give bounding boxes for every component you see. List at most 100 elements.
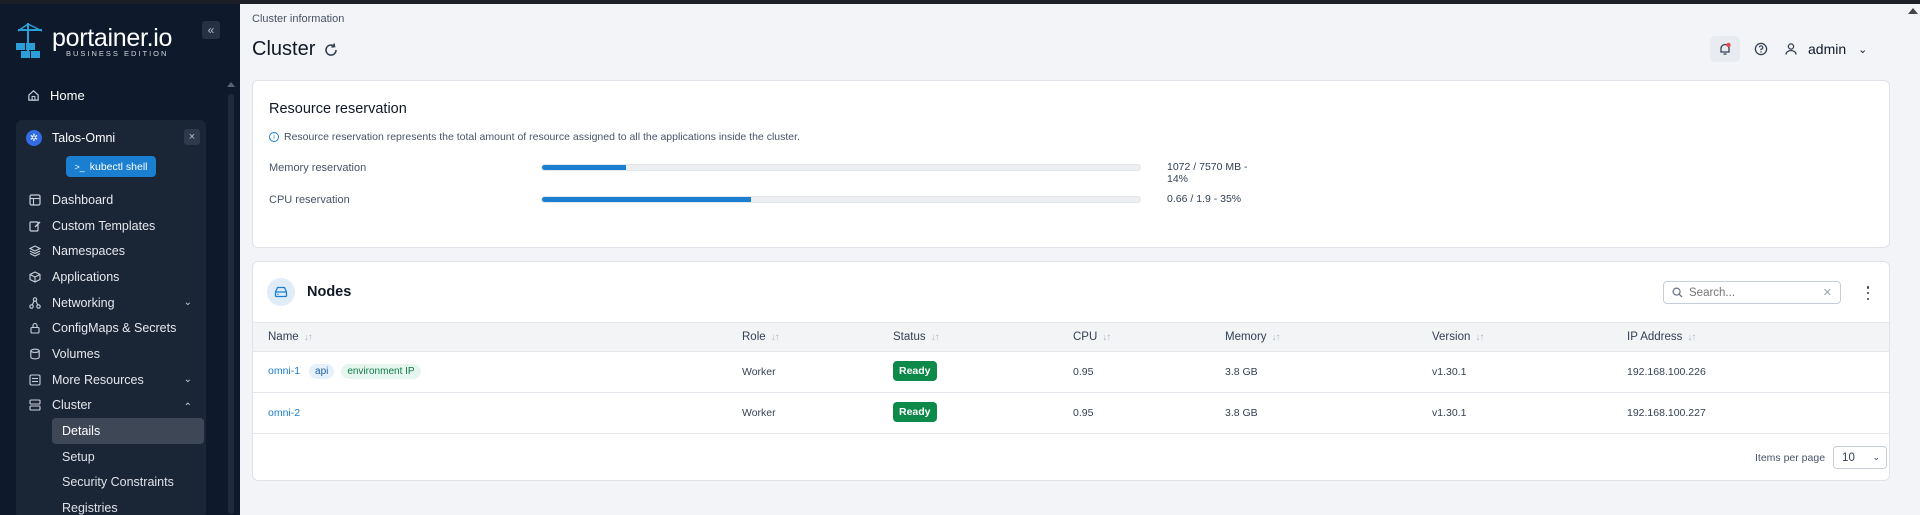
sidebar-item-label: Networking bbox=[52, 295, 115, 310]
sidebar-item-label: Applications bbox=[52, 269, 120, 284]
column-header-role[interactable]: Role ↓↑ bbox=[742, 331, 780, 343]
node-role: Worker bbox=[742, 407, 776, 419]
cpu-reservation-row: CPU reservation 0.66 / 1.9 - 35% bbox=[269, 192, 1269, 208]
column-header-memory[interactable]: Memory ↓↑ bbox=[1225, 331, 1281, 343]
terminal-icon: >_ bbox=[74, 161, 85, 172]
column-header-status[interactable]: Status ↓↑ bbox=[893, 331, 940, 343]
sidebar-item-more-resources[interactable]: More Resources ⌄ bbox=[16, 367, 206, 393]
info-icon: i bbox=[269, 132, 279, 142]
node-name-cell: omni-2 bbox=[268, 407, 300, 419]
resource-reservation-title: Resource reservation bbox=[269, 101, 407, 117]
window-top-bar bbox=[0, 0, 1920, 4]
nodes-title: Nodes bbox=[307, 284, 352, 300]
scroll-up-arrow-icon[interactable] bbox=[1908, 8, 1918, 14]
user-menu[interactable]: admin ⌄ bbox=[1784, 41, 1867, 57]
sort-icon: ↓↑ bbox=[1475, 331, 1484, 343]
collapse-sidebar-button[interactable]: « bbox=[202, 21, 220, 39]
kubectl-shell-label: kubectl shell bbox=[89, 160, 148, 173]
sidebar-item-label: Volumes bbox=[52, 346, 100, 361]
search-icon bbox=[1672, 287, 1683, 298]
node-cpu: 0.95 bbox=[1073, 407, 1094, 419]
column-header-version[interactable]: Version ↓↑ bbox=[1432, 331, 1484, 343]
sidebar-item-namespaces[interactable]: Namespaces bbox=[16, 238, 206, 264]
clear-search-icon[interactable]: ✕ bbox=[1823, 286, 1832, 299]
layers-icon bbox=[28, 244, 42, 258]
search-box[interactable]: ✕ bbox=[1663, 281, 1841, 304]
sidebar-item-volumes[interactable]: Volumes bbox=[16, 341, 206, 367]
node-version: v1.30.1 bbox=[1432, 407, 1467, 419]
cpu-reservation-label: CPU reservation bbox=[269, 194, 350, 206]
sidebar-subitem-setup[interactable]: Setup bbox=[16, 444, 206, 470]
node-version: v1.30.1 bbox=[1432, 366, 1467, 378]
cpu-reservation-bar bbox=[541, 196, 1141, 203]
hard-drive-icon bbox=[267, 278, 295, 306]
sidebar-subitem-security-constraints[interactable]: Security Constraints bbox=[16, 470, 206, 496]
nodes-table-header: Name ↓↑ Role ↓↑ Status ↓↑ CPU ↓↑ Memory ↓↑ Ve… bbox=[253, 322, 1889, 352]
chevron-down-icon[interactable]: ⌄ bbox=[184, 374, 192, 385]
column-header-ip-address[interactable]: IP Address ↓↑ bbox=[1627, 331, 1696, 343]
chevron-down-icon[interactable]: ⌄ bbox=[184, 297, 192, 308]
portainer-logo-icon bbox=[16, 23, 43, 58]
column-label: CPU bbox=[1073, 331, 1098, 343]
breadcrumb: Cluster information bbox=[252, 13, 345, 25]
resource-reservation-info: i Resource reservation represents the to… bbox=[269, 131, 800, 143]
sidebar-item-cluster[interactable]: Cluster ⌃ bbox=[16, 393, 206, 419]
help-icon bbox=[1754, 42, 1768, 56]
sidebar-item-custom-templates[interactable]: Custom Templates bbox=[16, 213, 206, 239]
cpu-reservation-fill bbox=[542, 197, 752, 202]
network-icon bbox=[28, 296, 42, 310]
sidebar-subitem-details[interactable]: Details bbox=[52, 418, 204, 444]
user-icon bbox=[1785, 43, 1797, 55]
page-scrollbar[interactable] bbox=[1904, 4, 1920, 515]
memory-reservation-row: Memory reservation 1072 / 7570 MB - 14% bbox=[269, 160, 1269, 185]
nodes-header: Nodes bbox=[267, 278, 351, 306]
table-row: omni-1 api environment IP Worker Ready 0… bbox=[253, 352, 1889, 393]
sidebar-subitem-registries[interactable]: Registries bbox=[16, 495, 206, 515]
page-title-text: Cluster bbox=[252, 38, 316, 60]
sidebar-item-dashboard[interactable]: Dashboard bbox=[16, 187, 206, 213]
sidebar-item-networking[interactable]: Networking ⌄ bbox=[16, 290, 206, 316]
scroll-up-arrow-icon[interactable] bbox=[227, 82, 235, 87]
sort-icon: ↓↑ bbox=[303, 331, 313, 343]
help-button[interactable] bbox=[1746, 36, 1776, 62]
page-title: Cluster bbox=[252, 38, 339, 61]
sidebar-item-label: Home bbox=[50, 87, 85, 103]
cpu-reservation-value: 0.66 / 1.9 - 35% bbox=[1167, 193, 1242, 205]
items-per-page-select[interactable]: 10 ⌄ bbox=[1833, 446, 1888, 469]
sidebar-item-configmaps-secrets[interactable]: ConfigMaps & Secrets bbox=[16, 315, 206, 341]
search-input[interactable] bbox=[1689, 286, 1819, 299]
close-environment-button[interactable]: × bbox=[184, 129, 200, 145]
user-name: admin bbox=[1808, 41, 1847, 57]
column-header-name[interactable]: Name ↓↑ bbox=[268, 331, 313, 343]
node-role: Worker bbox=[742, 366, 776, 378]
sidebar-item-home[interactable]: Home bbox=[14, 84, 206, 106]
kubectl-shell-button[interactable]: >_ kubectl shell bbox=[66, 156, 156, 177]
chevron-up-icon[interactable]: ⌃ bbox=[184, 402, 192, 413]
resource-reservation-card: Resource reservation i Resource reservat… bbox=[252, 80, 1890, 248]
node-ip: 192.168.100.227 bbox=[1627, 407, 1706, 419]
notifications-button[interactable] bbox=[1710, 36, 1740, 62]
status-badge: Ready bbox=[893, 361, 937, 381]
items-per-page-label: Items per page bbox=[1755, 451, 1826, 464]
sidebar-scrollbar[interactable] bbox=[226, 76, 236, 515]
column-header-cpu[interactable]: CPU ↓↑ bbox=[1073, 331, 1111, 343]
api-tag: api bbox=[309, 364, 335, 379]
items-per-page: Items per page 10 ⌄ bbox=[1755, 446, 1888, 469]
more-options-icon[interactable] bbox=[1863, 286, 1873, 300]
database-icon bbox=[28, 347, 42, 361]
items-per-page-value: 10 bbox=[1842, 451, 1855, 464]
sidebar-item-applications[interactable]: Applications bbox=[16, 264, 206, 290]
table-row: omni-2 Worker Ready 0.95 3.8 GB v1.30.1 … bbox=[253, 393, 1889, 434]
sort-icon: ↓↑ bbox=[1687, 331, 1696, 343]
box-icon bbox=[28, 270, 42, 284]
column-label: Version bbox=[1432, 331, 1471, 343]
node-name-link[interactable]: omni-2 bbox=[268, 407, 300, 419]
node-cpu: 0.95 bbox=[1073, 366, 1094, 378]
bell-icon bbox=[1720, 42, 1731, 55]
portainer-logo[interactable]: portainer.io BUSINESS EDITION bbox=[14, 20, 194, 62]
lock-icon bbox=[28, 321, 42, 335]
node-name-link[interactable]: omni-1 bbox=[268, 365, 300, 377]
refresh-icon[interactable] bbox=[323, 42, 339, 58]
scrollbar-thumb[interactable] bbox=[228, 94, 234, 514]
sidebar-item-label: Dashboard bbox=[52, 192, 114, 207]
